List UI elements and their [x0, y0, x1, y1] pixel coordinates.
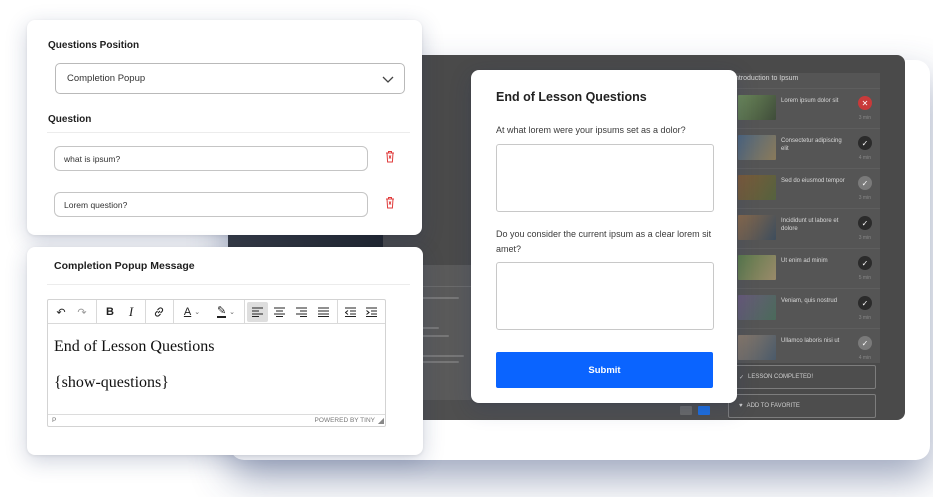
outdent-icon[interactable] — [340, 302, 361, 322]
check-icon: ✓ — [858, 176, 872, 190]
questions-position-label: Questions Position — [48, 40, 140, 51]
check-icon: ✓ — [858, 296, 872, 310]
sidebar-title: Introduction to Ipsum — [733, 75, 799, 82]
lesson-thumbnail — [738, 135, 776, 160]
lesson-thumbnail — [738, 95, 776, 120]
lesson-duration: 4 min — [858, 155, 871, 161]
align-left-icon[interactable] — [247, 302, 268, 322]
lesson-duration: 3 min — [858, 315, 871, 321]
indent-icon[interactable] — [361, 302, 382, 322]
lesson-thumbnail — [738, 255, 776, 280]
powered-by-label[interactable]: POWERED BY TINY — [315, 417, 375, 424]
lesson-item[interactable]: Lorem ipsum dolor sit ✕ 3 min — [733, 88, 880, 126]
answer-textarea[interactable] — [496, 262, 714, 330]
toolbar-separator — [173, 300, 174, 324]
lesson-duration: 3 min — [858, 195, 871, 201]
editor-line[interactable]: End of Lesson Questions — [54, 338, 214, 356]
link-icon[interactable] — [149, 302, 169, 322]
completion-message-label: Completion Popup Message — [54, 260, 195, 272]
undo-icon[interactable]: ↶ — [52, 302, 70, 322]
lesson-item[interactable]: Incididunt ut labore et dolore ✓ 3 min — [733, 208, 880, 246]
element-path: P — [52, 417, 57, 424]
lesson-title: Ut enim ad minim — [781, 258, 828, 264]
redo-icon[interactable]: ↷ — [73, 302, 91, 322]
toolbar-separator — [96, 300, 97, 324]
check-icon: ✓ — [858, 336, 872, 350]
divider — [47, 284, 410, 285]
lesson-thumbnail — [738, 175, 776, 200]
close-icon: ✕ — [858, 96, 872, 110]
mini-button[interactable] — [698, 406, 710, 415]
toolbar-separator — [244, 300, 245, 324]
check-icon: ✓ — [739, 374, 745, 381]
question-input-value: what is ipsum? — [64, 153, 121, 164]
lesson-duration: 4 min — [858, 355, 871, 361]
editor-line[interactable]: {show-questions} — [54, 374, 169, 392]
heart-icon: ♥ — [739, 403, 743, 409]
question-input[interactable]: what is ipsum? — [54, 146, 368, 171]
lesson-thumbnail — [738, 215, 776, 240]
lesson-title: Incididunt ut labore et dolore — [781, 218, 839, 232]
question-label: Question — [48, 114, 92, 125]
submit-button[interactable]: Submit — [496, 352, 713, 388]
align-right-icon[interactable] — [291, 302, 312, 322]
lesson-title: Consectetur adipiscing elit — [781, 138, 842, 152]
answer-textarea[interactable] — [496, 144, 714, 212]
question-input-value: Lorem question? — [64, 199, 128, 210]
bold-icon[interactable]: B — [101, 302, 119, 322]
chevron-down-icon — [382, 76, 394, 83]
lesson-title: Lorem ipsum dolor sit — [781, 98, 839, 104]
check-icon: ✓ — [858, 216, 872, 230]
lesson-item[interactable]: Ut enim ad minim ✓ 5 min — [733, 248, 880, 286]
italic-icon[interactable]: I — [122, 302, 140, 322]
popup-question: Do you consider the current ipsum as a c… — [496, 229, 712, 254]
align-justify-icon[interactable] — [313, 302, 334, 322]
check-icon: ✓ — [858, 136, 872, 150]
end-of-lesson-popup: End of Lesson Questions At what lorem we… — [471, 70, 737, 403]
popup-title: End of Lesson Questions — [496, 90, 647, 104]
trash-icon[interactable] — [384, 196, 396, 209]
lesson-item[interactable]: Ullamco laboris nisi ut ✓ 4 min — [733, 328, 880, 366]
lesson-item[interactable]: Veniam, quis nostrud ✓ 3 min — [733, 288, 880, 326]
resize-handle-icon[interactable]: ◢ — [378, 416, 384, 425]
lesson-completed-label: LESSON COMPLETED! — [748, 374, 814, 380]
lesson-duration: 5 min — [858, 275, 871, 281]
check-icon: ✓ — [858, 256, 872, 270]
divider — [47, 132, 410, 133]
text-color-icon[interactable]: A ⌄ — [177, 302, 207, 322]
add-to-favorite-button[interactable]: ♥ ADD TO FAVORITE — [728, 394, 876, 418]
editor-statusbar: P POWERED BY TINY ◢ — [48, 414, 385, 427]
questions-position-select[interactable]: Completion Popup — [55, 63, 405, 94]
questions-position-value: Completion Popup — [67, 73, 146, 84]
mini-button[interactable] — [680, 406, 692, 415]
lesson-thumbnail — [738, 295, 776, 320]
lesson-duration: 3 min — [858, 235, 871, 241]
lesson-item[interactable]: Consectetur adipiscing elit ✓ 4 min — [733, 128, 880, 166]
screenshot-stage: Introduction to Ipsum Lorem ipsum dolor … — [0, 0, 933, 497]
align-center-icon[interactable] — [269, 302, 290, 322]
lesson-title: Ullamco laboris nisi ut — [781, 338, 840, 344]
editor-toolbar: ↶ ↷ B I A ⌄ ✎ ⌄ — [48, 300, 385, 324]
lesson-completed-button[interactable]: ✓ LESSON COMPLETED! — [728, 365, 876, 389]
lesson-duration: 3 min — [858, 115, 871, 121]
popup-question: At what lorem were your ipsums set as a … — [496, 125, 686, 135]
lesson-item[interactable]: Sed do eiusmod tempor ✓ 3 min — [733, 168, 880, 206]
question-input[interactable]: Lorem question? — [54, 192, 368, 217]
trash-icon[interactable] — [384, 150, 396, 163]
toolbar-separator — [145, 300, 146, 324]
lesson-title: Veniam, quis nostrud — [781, 298, 838, 304]
questions-settings-card: Questions Position Completion Popup Ques… — [27, 20, 422, 235]
lesson-title: Sed do eiusmod tempor — [781, 178, 845, 184]
completion-message-card: Completion Popup Message ↶ ↷ B I A⌄ ✎⌄ — [27, 247, 423, 455]
add-to-favorite-label: ADD TO FAVORITE — [746, 403, 800, 409]
toolbar-separator — [337, 300, 338, 324]
lesson-thumbnail — [738, 335, 776, 360]
rich-text-editor[interactable]: ↶ ↷ B I A ⌄ ✎ ⌄ End of Lesson Questions … — [47, 299, 386, 427]
highlight-color-icon[interactable]: ✎ ⌄ — [210, 302, 242, 322]
